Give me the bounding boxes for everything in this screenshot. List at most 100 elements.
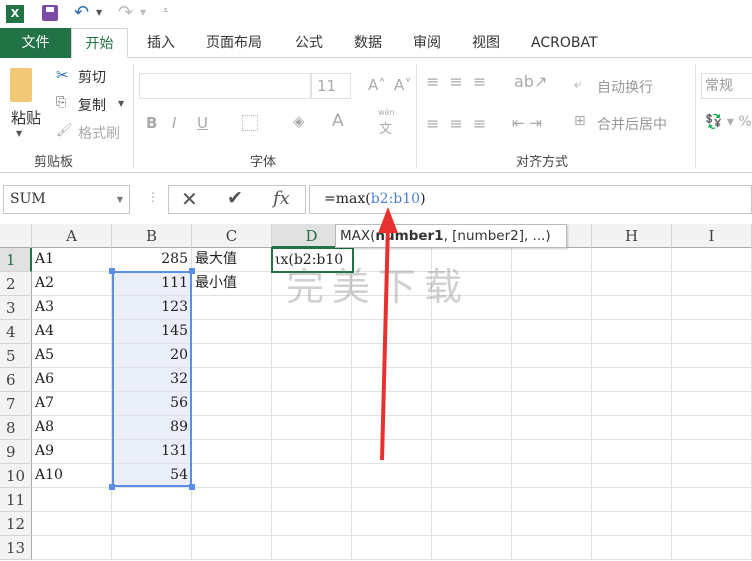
save-icon[interactable] bbox=[42, 5, 58, 21]
borders-icon[interactable] bbox=[242, 115, 258, 131]
row-header-13[interactable]: 13 bbox=[0, 536, 32, 560]
column-header-b[interactable]: B bbox=[112, 224, 192, 248]
cell-i11[interactable] bbox=[672, 488, 752, 512]
cell-d12[interactable] bbox=[272, 512, 352, 536]
cell-c12[interactable] bbox=[192, 512, 272, 536]
cell-i13[interactable] bbox=[672, 536, 752, 560]
cell-i10[interactable] bbox=[672, 464, 752, 488]
italic-button[interactable]: I bbox=[172, 114, 176, 132]
cell-b8[interactable]: 89 bbox=[112, 416, 192, 440]
cell-c11[interactable] bbox=[192, 488, 272, 512]
format-painter-button[interactable]: 格式刷 bbox=[78, 123, 120, 143]
cell-i2[interactable] bbox=[672, 272, 752, 296]
tab-file[interactable]: 文件 bbox=[0, 28, 71, 58]
paste-button[interactable]: 粘贴 bbox=[11, 107, 41, 128]
cell-a8[interactable]: A8 bbox=[32, 416, 112, 440]
tab-acrobat[interactable]: ACROBAT bbox=[531, 28, 598, 58]
cell-g1[interactable] bbox=[512, 248, 592, 272]
cell-e12[interactable] bbox=[352, 512, 432, 536]
cell-f8[interactable] bbox=[432, 416, 512, 440]
cell-g2[interactable] bbox=[512, 272, 592, 296]
cell-g13[interactable] bbox=[512, 536, 592, 560]
cell-a6[interactable]: A6 bbox=[32, 368, 112, 392]
row-header-1[interactable]: 1 bbox=[0, 248, 32, 272]
customize-qat-icon[interactable]: ⩡ bbox=[163, 6, 168, 16]
cell-h1[interactable] bbox=[592, 248, 672, 272]
wrap-text-button[interactable]: 自动换行 bbox=[597, 77, 653, 97]
cell-a5[interactable]: A5 bbox=[32, 344, 112, 368]
cell-c2[interactable]: 最小值 bbox=[192, 272, 272, 296]
name-box[interactable]: SUM ▼ bbox=[3, 185, 130, 214]
cut-button[interactable]: 剪切 bbox=[78, 67, 106, 87]
orientation-icon[interactable]: ab↗ bbox=[514, 72, 547, 91]
cell-f9[interactable] bbox=[432, 440, 512, 464]
copy-button[interactable]: 复制 bbox=[78, 95, 106, 115]
tab-review[interactable]: 审阅 bbox=[413, 28, 441, 58]
column-header-a[interactable]: A bbox=[32, 224, 112, 248]
drag-handle-icon[interactable]: ⋮ bbox=[147, 190, 159, 204]
cell-g4[interactable] bbox=[512, 320, 592, 344]
cell-b11[interactable] bbox=[112, 488, 192, 512]
range-handle[interactable] bbox=[109, 484, 115, 490]
cell-g10[interactable] bbox=[512, 464, 592, 488]
cell-h12[interactable] bbox=[592, 512, 672, 536]
cell-i7[interactable] bbox=[672, 392, 752, 416]
row-header-4[interactable]: 4 bbox=[0, 320, 32, 344]
horizontal-align-icons[interactable]: ≡≡≡ bbox=[426, 114, 496, 133]
cell-b12[interactable] bbox=[112, 512, 192, 536]
tab-data[interactable]: 数据 bbox=[354, 28, 382, 58]
cell-b4[interactable]: 145 bbox=[112, 320, 192, 344]
font-name-select[interactable] bbox=[139, 73, 311, 99]
cell-g9[interactable] bbox=[512, 440, 592, 464]
tab-insert[interactable]: 插入 bbox=[147, 28, 175, 58]
cell-d7[interactable] bbox=[272, 392, 352, 416]
cell-h2[interactable] bbox=[592, 272, 672, 296]
phonetic-button[interactable]: 文 bbox=[379, 118, 392, 137]
indent-icons[interactable]: ⇤ ⇥ bbox=[512, 114, 542, 132]
cell-c10[interactable] bbox=[192, 464, 272, 488]
cell-a2[interactable]: A2 bbox=[32, 272, 112, 296]
undo-icon[interactable]: ↶ bbox=[74, 2, 89, 23]
cell-h4[interactable] bbox=[592, 320, 672, 344]
cell-a7[interactable]: A7 bbox=[32, 392, 112, 416]
decrease-font-icon[interactable]: A˅ bbox=[394, 76, 412, 94]
tab-view[interactable]: 视图 bbox=[472, 28, 500, 58]
paste-dropdown-icon[interactable]: ▼ bbox=[16, 129, 22, 138]
cell-i3[interactable] bbox=[672, 296, 752, 320]
cell-b9[interactable]: 131 bbox=[112, 440, 192, 464]
cell-i4[interactable] bbox=[672, 320, 752, 344]
range-handle[interactable] bbox=[189, 484, 195, 490]
cell-i12[interactable] bbox=[672, 512, 752, 536]
row-header-7[interactable]: 7 bbox=[0, 392, 32, 416]
cell-i1[interactable] bbox=[672, 248, 752, 272]
cell-h8[interactable] bbox=[592, 416, 672, 440]
select-all-corner[interactable] bbox=[0, 224, 32, 248]
cell-f13[interactable] bbox=[432, 536, 512, 560]
cell-h7[interactable] bbox=[592, 392, 672, 416]
cell-f4[interactable] bbox=[432, 320, 512, 344]
cell-g8[interactable] bbox=[512, 416, 592, 440]
row-header-5[interactable]: 5 bbox=[0, 344, 32, 368]
row-header-8[interactable]: 8 bbox=[0, 416, 32, 440]
paste-icon[interactable] bbox=[10, 68, 32, 102]
cell-d4[interactable] bbox=[272, 320, 352, 344]
cell-i8[interactable] bbox=[672, 416, 752, 440]
cell-g12[interactable] bbox=[512, 512, 592, 536]
enter-icon[interactable]: ✔ bbox=[227, 187, 243, 209]
cell-f12[interactable] bbox=[432, 512, 512, 536]
cell-d11[interactable] bbox=[272, 488, 352, 512]
cell-b1[interactable]: 285 bbox=[112, 248, 192, 272]
cell-h3[interactable] bbox=[592, 296, 672, 320]
cell-c4[interactable] bbox=[192, 320, 272, 344]
undo-dropdown-icon[interactable]: ▼ bbox=[96, 8, 102, 17]
cell-a3[interactable]: A3 bbox=[32, 296, 112, 320]
cell-h5[interactable] bbox=[592, 344, 672, 368]
cell-b6[interactable]: 32 bbox=[112, 368, 192, 392]
cell-a9[interactable]: A9 bbox=[32, 440, 112, 464]
column-header-i[interactable]: I bbox=[672, 224, 752, 248]
cell-i6[interactable] bbox=[672, 368, 752, 392]
cell-f7[interactable] bbox=[432, 392, 512, 416]
cell-g3[interactable] bbox=[512, 296, 592, 320]
cell-c5[interactable] bbox=[192, 344, 272, 368]
cell-e11[interactable] bbox=[352, 488, 432, 512]
